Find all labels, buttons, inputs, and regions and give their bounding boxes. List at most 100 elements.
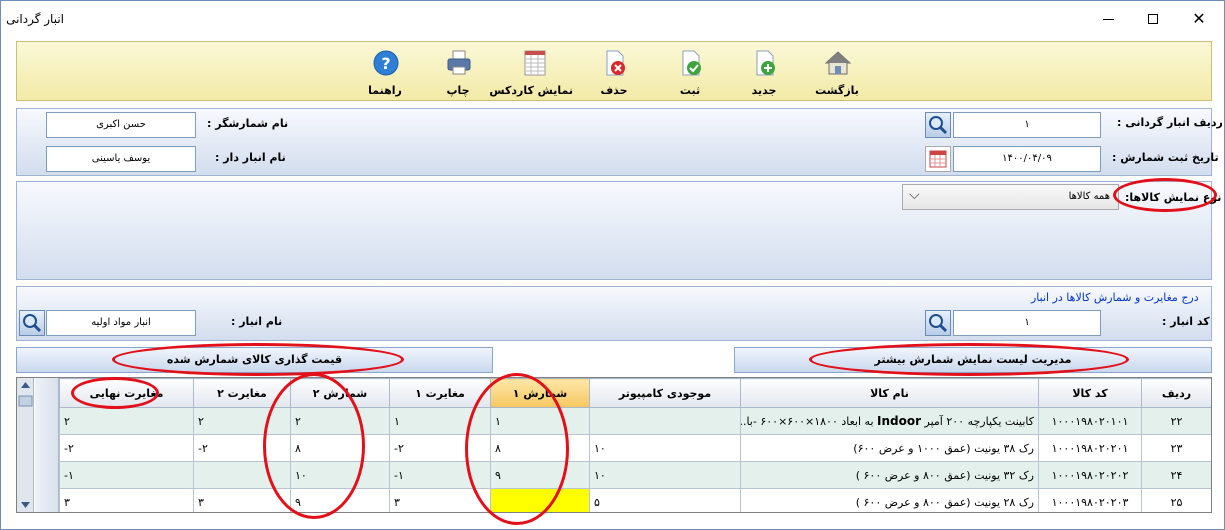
- warehouse-code-label: کد انبار :: [1162, 315, 1210, 328]
- header-diff-2[interactable]: مغایرت ۲: [193, 378, 291, 408]
- cell-row: ۲۳: [1141, 434, 1211, 462]
- manage-list-button[interactable]: مدیریت لیست نمایش شمارش بیشتر: [734, 347, 1212, 373]
- maximize-button[interactable]: [1131, 3, 1177, 35]
- cell-count-2[interactable]: ۲: [290, 407, 390, 435]
- table-row[interactable]: ۲۲ ۱۰۰۰۱۹۸۰۲۰۱۰۱ کابینت یکپارچه ۲۰۰ آمپر…: [59, 407, 1211, 435]
- cell-count-2[interactable]: ۸: [290, 434, 390, 462]
- cell-final-diff: ۳: [59, 488, 194, 512]
- cell-name: رک ۲۸ یونیت (عمق ۸۰۰ و عرض ۶۰۰ ): [740, 488, 1039, 512]
- close-button[interactable]: ✕: [1176, 3, 1222, 35]
- warehouse-search-button[interactable]: [925, 310, 951, 336]
- cell-count-1[interactable]: ۹: [490, 461, 590, 489]
- header-row-number[interactable]: ردیف: [1141, 378, 1211, 408]
- save-label: ثبت: [679, 84, 701, 97]
- minimize-button[interactable]: [1085, 3, 1131, 35]
- row-search-button[interactable]: [925, 112, 951, 138]
- new-document-icon: [756, 50, 775, 76]
- cell-code: ۱۰۰۰۱۹۸۰۲۰۲۰۲: [1038, 461, 1142, 489]
- help-label: راهنما: [368, 84, 402, 97]
- cell-code: ۱۰۰۰۱۹۸۰۲۰۱۰۱: [1038, 407, 1142, 435]
- warehouse-section-title: درج مغایرت و شمارش کالاها در انبار: [1031, 291, 1199, 304]
- table-header-row: ردیف کد کالا نام کالا موجودی کامپیوتر شم…: [59, 378, 1211, 408]
- search-icon: [929, 314, 948, 333]
- maximize-icon: [1148, 14, 1158, 24]
- window-title: انبار گردانی: [6, 12, 64, 26]
- kardex-button[interactable]: نمایش کاردکس: [489, 46, 573, 100]
- cell-row: ۲۵: [1141, 488, 1211, 512]
- header-computer-stock[interactable]: موجودی کامپیوتر: [589, 378, 741, 408]
- date-field[interactable]: ۱۴۰۰/۰۴/۰۹: [953, 146, 1101, 172]
- cell-name: رک ۳۲ یونیت (عمق ۸۰۰ و عرض ۶۰۰ ): [740, 461, 1039, 489]
- help-icon: ?: [373, 50, 399, 76]
- table-row[interactable]: ۲۴ ۱۰۰۰۱۹۸۰۲۰۲۰۲ رک ۳۲ یونیت (عمق ۸۰۰ و …: [59, 461, 1211, 489]
- search-icon: [23, 314, 42, 333]
- data-table: ردیف کد کالا نام کالا موجودی کامپیوتر شم…: [59, 378, 1211, 512]
- app-window: انبار گردانی ✕ بازگشت جدید ثبت حذف نمایش…: [0, 0, 1225, 530]
- calendar-icon: [929, 150, 947, 168]
- spreadsheet-icon: [524, 50, 546, 76]
- cell-diff-2: [193, 461, 291, 489]
- calendar-button[interactable]: [925, 146, 951, 172]
- save-button[interactable]: ثبت: [655, 46, 725, 100]
- cell-count-1[interactable]: ۱: [490, 407, 590, 435]
- vertical-scrollbar[interactable]: [17, 378, 34, 512]
- filter-panel: نوع نمایش کالاها: همه کالاها ⌵: [16, 181, 1221, 280]
- header-count-1[interactable]: شمارش ۱: [490, 378, 590, 408]
- warehouse-code-field[interactable]: ۱: [953, 310, 1101, 336]
- cell-count-2[interactable]: ۹: [290, 488, 390, 512]
- back-button[interactable]: بازگشت: [802, 46, 872, 100]
- cell-diff-1: -۲: [389, 434, 491, 462]
- cell-final-diff: ۲: [59, 407, 194, 435]
- new-button[interactable]: جدید: [729, 46, 799, 100]
- close-icon: ✕: [1192, 9, 1206, 28]
- header-diff-1[interactable]: مغایرت ۱: [389, 378, 491, 408]
- title-bar: انبار گردانی ✕: [1, 1, 1224, 37]
- cell-diff-1: ۱: [389, 407, 491, 435]
- delete-icon: [606, 50, 625, 76]
- table-row[interactable]: ۲۵ ۱۰۰۰۱۹۸۰۲۰۲۰۳ رک ۲۸ یونیت (عمق ۸۰۰ و …: [59, 488, 1211, 512]
- delete-button[interactable]: حذف: [579, 46, 649, 100]
- keeper-label: نام انبار دار :: [215, 151, 286, 164]
- keeper-field[interactable]: یوسف یاسینی: [46, 146, 196, 172]
- date-label: تاریخ ثبت شمارش :: [1112, 151, 1219, 164]
- cell-count-2[interactable]: ۱۰: [290, 461, 390, 489]
- cell-count-1-selected[interactable]: [490, 488, 590, 512]
- cell-stock: ۱۰: [589, 434, 741, 462]
- pricing-button[interactable]: قیمت گذاری کالای شمارش شده: [16, 347, 493, 373]
- table-row[interactable]: ۲۳ ۱۰۰۰۱۹۸۰۲۰۲۰۱ رک ۳۸ یونیت (عمق ۱۰۰۰ و…: [59, 434, 1211, 462]
- header-panel: ردیف انبار گردانی : ۱ تاریخ ثبت شمارش : …: [16, 108, 1223, 176]
- header-item-name[interactable]: نام کالا: [740, 378, 1039, 408]
- count-table: ردیف کد کالا نام کالا موجودی کامپیوتر شم…: [16, 377, 1212, 513]
- cell-name-bold: Indoor: [877, 414, 922, 428]
- cell-diff-2: ۲: [193, 407, 291, 435]
- header-item-code[interactable]: کد کالا: [1038, 378, 1142, 408]
- new-label: جدید: [751, 84, 777, 97]
- chevron-down-icon: ⌵: [909, 187, 920, 203]
- scroll-arrows-icon: [18, 382, 33, 508]
- header-final-diff[interactable]: مغایرت نهایی: [59, 378, 194, 408]
- counter-field[interactable]: حسن اکبری: [46, 112, 196, 138]
- cell-code: ۱۰۰۰۱۹۸۰۲۰۲۰۱: [1038, 434, 1142, 462]
- row-field[interactable]: ۱: [953, 112, 1101, 138]
- header-count-2[interactable]: شمارش ۲: [290, 378, 390, 408]
- help-button[interactable]: ? راهنما: [350, 46, 420, 100]
- row-label: ردیف انبار گردانی :: [1117, 116, 1223, 129]
- print-button[interactable]: چاپ: [423, 46, 493, 100]
- kardex-label: نمایش کاردکس: [489, 84, 573, 97]
- filter-label: نوع نمایش کالاها:: [1125, 191, 1222, 204]
- cell-final-diff: -۱: [59, 461, 194, 489]
- warehouse-name-search-button[interactable]: [19, 310, 45, 336]
- cell-name-part: کابینت یکپارچه ۲۰۰ آمپر: [921, 415, 1035, 428]
- cell-name: رک ۳۸ یونیت (عمق ۱۰۰۰ و عرض ۶۰۰): [740, 434, 1039, 462]
- cell-diff-1: -۱: [389, 461, 491, 489]
- search-icon: [929, 116, 948, 135]
- svg-text:?: ?: [381, 54, 390, 73]
- filter-dropdown[interactable]: همه کالاها ⌵: [902, 184, 1119, 210]
- warehouse-name-field[interactable]: انبار مواد اولیه: [46, 310, 196, 336]
- row-header-column: [35, 378, 59, 512]
- warehouse-panel: درج مغایرت و شمارش کالاها در انبار کد ان…: [16, 286, 1212, 341]
- cell-code: ۱۰۰۰۱۹۸۰۲۰۲۰۳: [1038, 488, 1142, 512]
- print-label: چاپ: [446, 84, 470, 97]
- warehouse-name-label: نام انبار :: [231, 315, 283, 328]
- cell-count-1[interactable]: ۸: [490, 434, 590, 462]
